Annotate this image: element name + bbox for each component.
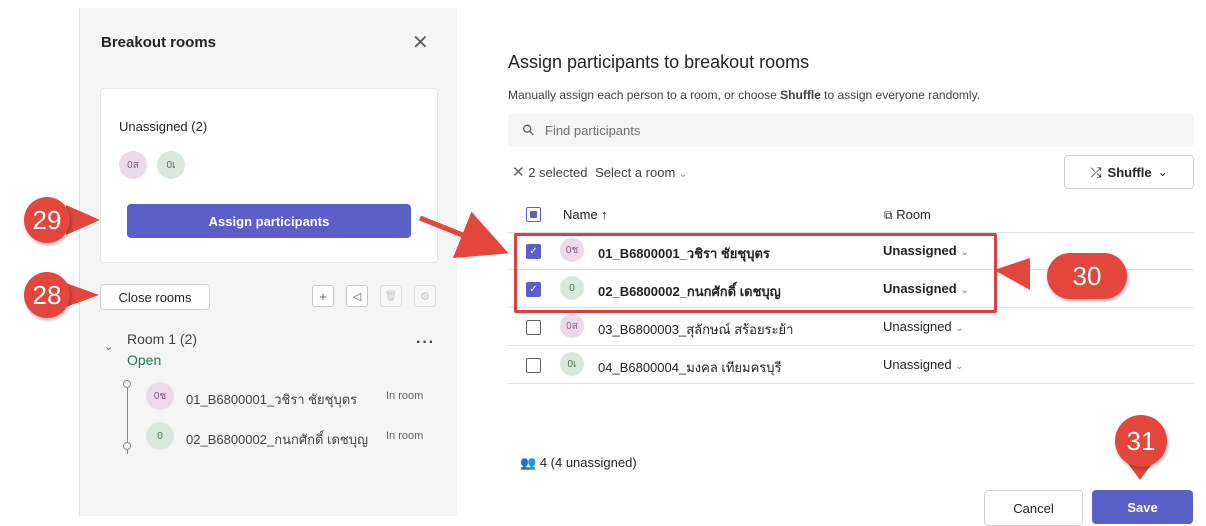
callout-29: 29 [24,197,70,243]
callout-30: 30 [1047,253,1127,299]
annotation-arrows [66,205,1162,480]
callout-pointer [66,283,99,307]
callout-28: 28 [24,272,70,318]
arrow [419,211,509,259]
callout-pointer [994,258,1030,290]
callout-31: 31 [1115,415,1167,467]
callout-pointer [66,205,100,235]
